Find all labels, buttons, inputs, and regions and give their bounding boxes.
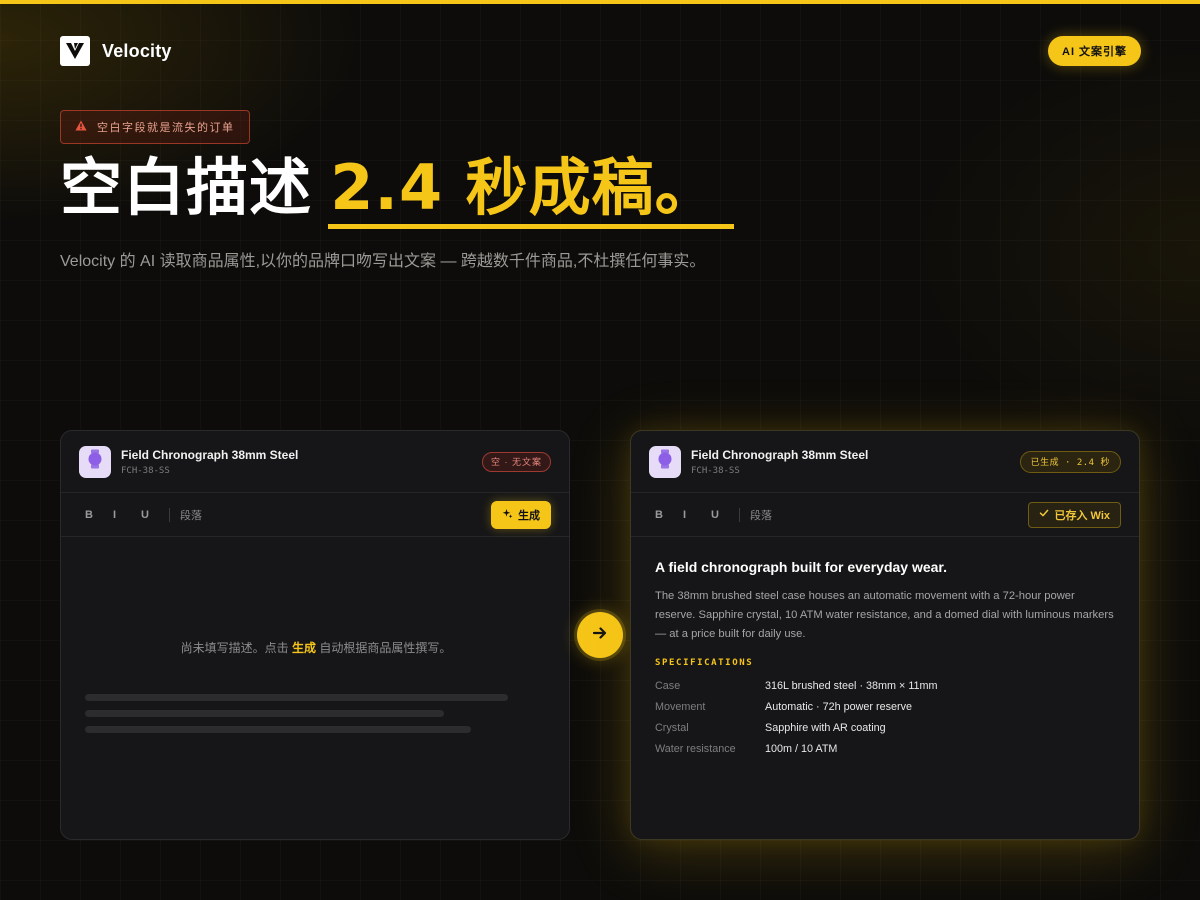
velocity-logo	[60, 36, 90, 66]
product-name: Field Chronograph 38mm Steel	[121, 447, 299, 462]
italic-button[interactable]: I	[683, 509, 711, 521]
spec-label: Crystal	[655, 722, 689, 734]
paragraph-style-select[interactable]: 段落	[180, 507, 202, 523]
top-accent-bar	[0, 0, 1200, 4]
brand[interactable]: Velocity	[60, 36, 172, 66]
generated-copy: A field chronograph built for everyday w…	[631, 537, 1139, 755]
arrow-right-button[interactable]	[577, 612, 623, 658]
skeleton-line	[85, 726, 471, 733]
product-info: Field Chronograph 38mm Steel FCH-38-SS	[121, 448, 472, 476]
product-thumbnail	[79, 445, 111, 478]
skeleton-line	[85, 694, 508, 701]
spec-row: Case 316L brushed steel · 38mm × 11mm	[655, 680, 1115, 692]
product-sku: FCH-38-SS	[691, 465, 740, 476]
warning-icon	[75, 120, 87, 134]
brand-name: Velocity	[102, 40, 172, 61]
bold-button[interactable]: B	[85, 509, 113, 521]
product-info: Field Chronograph 38mm Steel FCH-38-SS	[691, 448, 1010, 476]
empty-state-message: 尚未填写描述。点击 生成 自动根据商品属性撰写。	[61, 639, 569, 658]
status-badge-empty: 空 · 无文案	[482, 451, 551, 472]
status-badge-generated: 已生成 · 2.4 秒	[1019, 450, 1121, 473]
product-name: Field Chronograph 38mm Steel	[691, 447, 869, 462]
ai-copy-engine-badge[interactable]: AI 文案引擎	[1048, 36, 1142, 66]
editor-toolbar: B I U 段落 已存入 Wix	[631, 493, 1139, 537]
card-header: Field Chronograph 38mm Steel FCH-38-SS 空…	[61, 431, 569, 493]
empty-text-before: 尚未填写描述。点击	[180, 641, 292, 655]
spec-value: 100m / 10 ATM	[765, 743, 838, 755]
empty-description-card: Field Chronograph 38mm Steel FCH-38-SS 空…	[60, 430, 570, 840]
skeleton-line	[85, 710, 444, 717]
empty-text-generate-link[interactable]: 生成	[292, 641, 316, 655]
spec-value: 316L brushed steel · 38mm × 11mm	[765, 680, 938, 692]
spec-row: Movement Automatic · 72h power reserve	[655, 701, 1115, 713]
watch-icon	[86, 449, 104, 474]
spec-value: Sapphire with AR coating	[765, 722, 886, 734]
toolbar-divider	[169, 507, 170, 522]
editor-toolbar: B I U 段落 生成	[61, 493, 569, 537]
generate-label: 生成	[518, 509, 540, 522]
copy-body: The 38mm brushed steel case houses an au…	[655, 590, 1114, 640]
hero-title: 空白描述 2.4 秒成稿。	[60, 151, 735, 230]
generate-button[interactable]: 生成	[491, 500, 551, 529]
spec-row: Water resistance 100m / 10 ATM	[655, 743, 1115, 755]
toolbar-divider	[739, 507, 740, 522]
spec-value: Automatic · 72h power reserve	[765, 701, 913, 713]
watch-icon	[656, 449, 674, 474]
saved-to-wix-button[interactable]: 已存入 Wix	[1028, 501, 1121, 528]
product-thumbnail	[649, 445, 681, 478]
specs-table: Case 316L brushed steel · 38mm × 11mm Mo…	[655, 680, 1115, 755]
sparkle-icon	[502, 508, 513, 522]
saved-label: 已存入 Wix	[1054, 509, 1110, 522]
card-header: Field Chronograph 38mm Steel FCH-38-SS 已…	[631, 431, 1139, 493]
copy-title: A field chronograph built for everyday w…	[655, 559, 947, 575]
alert-badge: 空白字段就是流失的订单	[60, 110, 250, 144]
underline-button[interactable]: U	[711, 509, 739, 521]
arrow-right-icon	[591, 624, 609, 647]
specs-heading: SPECIFICATIONS	[655, 658, 754, 668]
paragraph-style-select[interactable]: 段落	[750, 507, 772, 523]
alert-text: 空白字段就是流失的订单	[97, 122, 235, 134]
product-sku: FCH-38-SS	[121, 465, 170, 476]
hero-title-accent: 2.4 秒成稿。	[328, 151, 735, 230]
spec-label: Case	[655, 680, 681, 692]
spec-label: Water resistance	[655, 743, 736, 755]
check-icon	[1039, 508, 1049, 521]
italic-button[interactable]: I	[113, 509, 141, 521]
spec-label: Movement	[655, 701, 706, 713]
hero-subtitle: Velocity 的 AI 读取商品属性,以你的品牌口吻写出文案 — 跨越数千件…	[60, 253, 706, 270]
hero-title-main: 空白描述	[60, 154, 313, 223]
generated-description-card: Field Chronograph 38mm Steel FCH-38-SS 已…	[630, 430, 1140, 840]
spec-row: Crystal Sapphire with AR coating	[655, 722, 1115, 734]
bold-button[interactable]: B	[655, 509, 683, 521]
empty-text-after: 自动根据商品属性撰写。	[316, 641, 452, 655]
underline-button[interactable]: U	[141, 509, 169, 521]
